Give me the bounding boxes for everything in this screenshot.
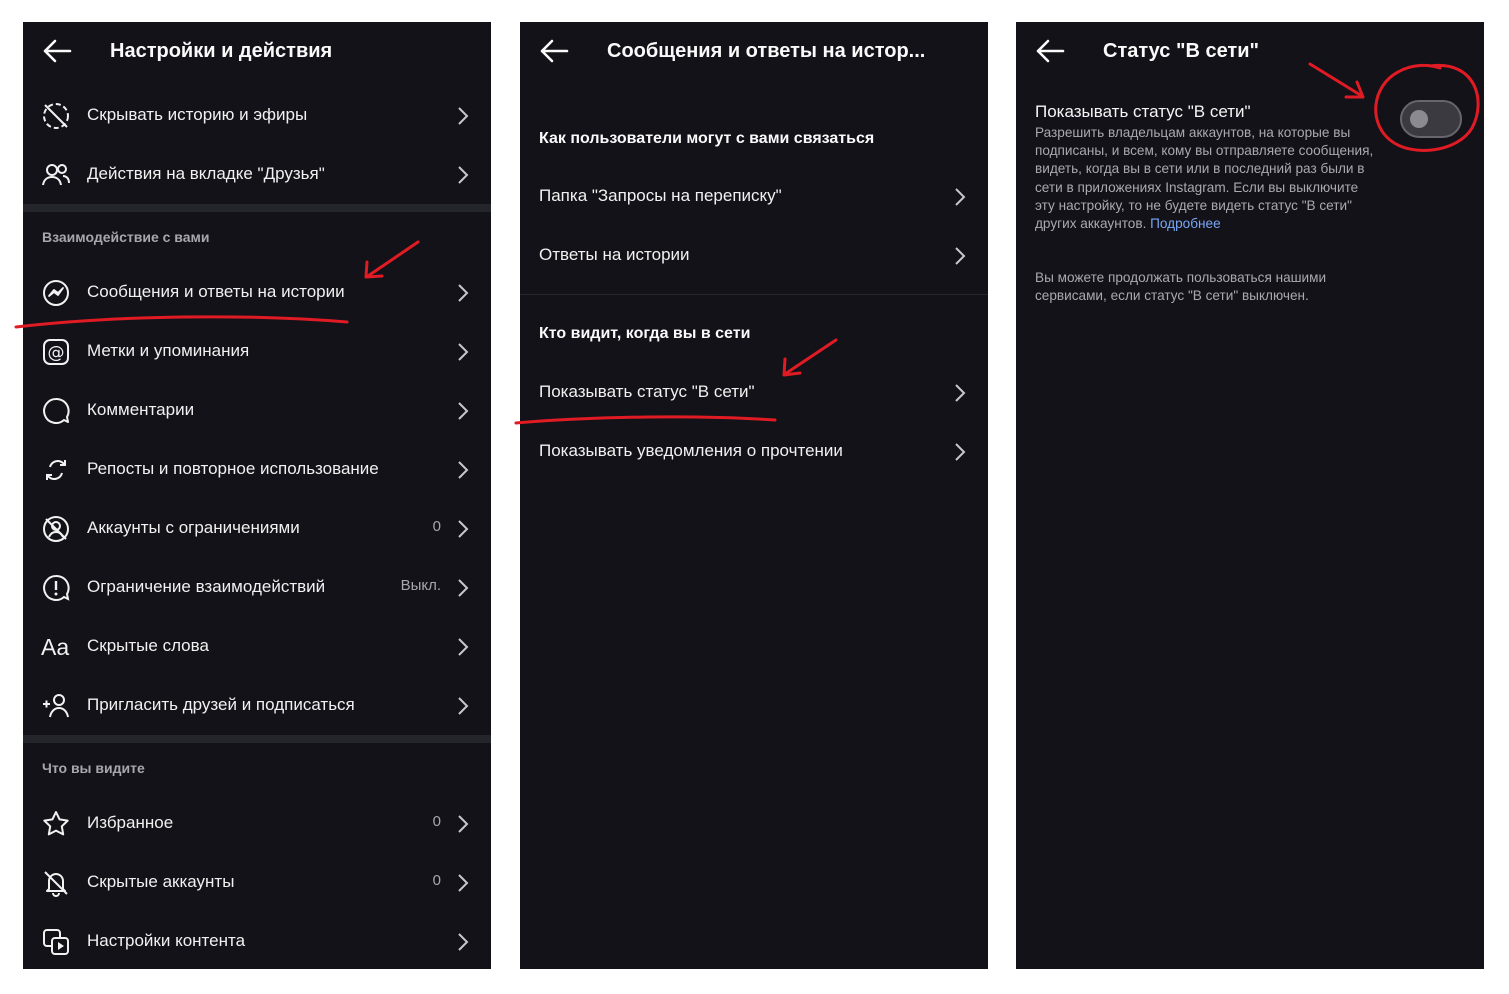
setting-note: Вы можете продолжать пользоваться нашими… xyxy=(1035,270,1327,304)
row-label: Избранное xyxy=(87,813,174,832)
row-label: Ограничение взаимодействий xyxy=(87,577,326,596)
friends-icon xyxy=(42,164,70,186)
page-title: Сообщения и ответы на истор... xyxy=(607,40,926,62)
section-divider xyxy=(520,294,988,295)
online-status-panel: Статус "В сети" Показывать статус "В сет… xyxy=(1016,22,1484,969)
learn-more-link[interactable]: Подробнее xyxy=(1150,216,1221,231)
section-title: Как пользователи могут с вами связаться xyxy=(539,130,875,147)
star-icon xyxy=(43,811,69,836)
row-label: Скрытые аккаунты xyxy=(87,872,235,891)
limit-icon xyxy=(43,574,70,601)
chevron-right-icon xyxy=(955,247,966,265)
muted-bell-icon xyxy=(44,871,68,897)
row-label: Показывать уведомления о прочтении xyxy=(539,441,843,460)
chevron-right-icon xyxy=(955,384,966,402)
chevron-right-icon xyxy=(458,933,469,951)
row-label: Репосты и повторное использование xyxy=(87,459,379,478)
settings-row-limits[interactable]: Ограничение взаимодействий Выкл. xyxy=(23,558,491,617)
chevron-right-icon xyxy=(458,697,469,715)
chevron-right-icon xyxy=(458,638,469,656)
row-label: Действия на вкладке "Друзья" xyxy=(87,164,325,183)
content-settings-icon xyxy=(43,929,69,955)
row-value: 0 xyxy=(432,813,441,830)
toggle-knob xyxy=(1410,110,1428,128)
chevron-right-icon xyxy=(458,815,469,833)
settings-row-friends-tab[interactable]: Действия на вкладке "Друзья" xyxy=(23,145,491,204)
page-title: Статус "В сети" xyxy=(1103,40,1259,62)
settings-row-message-requests[interactable]: Папка "Запросы на переписку" xyxy=(520,167,988,226)
settings-row-online-status[interactable]: Показывать статус "В сети" xyxy=(520,363,988,422)
messages-panel: Сообщения и ответы на истор... Как польз… xyxy=(520,22,988,969)
chevron-right-icon xyxy=(458,343,469,361)
settings-row-comments[interactable]: Комментарии xyxy=(23,381,491,440)
row-label: Папка "Запросы на переписку" xyxy=(539,186,782,205)
header: Настройки и действия xyxy=(23,22,491,80)
hidden-words-icon: Aa xyxy=(41,634,70,660)
hide-story-icon xyxy=(43,103,69,129)
chevron-right-icon xyxy=(458,284,469,302)
repost-icon xyxy=(46,460,66,480)
settings-row-read-receipts[interactable]: Показывать уведомления о прочтении xyxy=(520,422,988,481)
settings-panel: Настройки и действия Скрывать историю и … xyxy=(23,22,491,969)
invite-icon xyxy=(43,694,69,718)
row-value: 0 xyxy=(432,872,441,889)
settings-row-muted-accounts[interactable]: Скрытые аккаунты 0 xyxy=(23,853,491,912)
settings-row-story-replies[interactable]: Ответы на истории xyxy=(520,226,988,285)
chevron-right-icon xyxy=(458,874,469,892)
section-title: Взаимодействие с вами xyxy=(42,229,210,245)
setting-title: Показывать статус "В сети" xyxy=(1035,102,1251,121)
section-title: Кто видит, когда вы в сети xyxy=(539,325,751,342)
settings-row-hide-story[interactable]: Скрывать историю и эфиры xyxy=(23,86,491,145)
chevron-right-icon xyxy=(458,402,469,420)
settings-row-restricted[interactable]: Аккаунты с ограничениями 0 xyxy=(23,499,491,558)
row-label: Пригласить друзей и подписаться xyxy=(87,695,355,714)
back-arrow-icon[interactable] xyxy=(42,38,72,64)
row-label: Скрывать историю и эфиры xyxy=(87,105,308,124)
section-title: Что вы видите xyxy=(42,760,145,776)
row-label: Ответы на истории xyxy=(539,245,690,264)
chevron-right-icon xyxy=(458,461,469,479)
row-label: Скрытые слова xyxy=(87,636,209,655)
header: Сообщения и ответы на истор... xyxy=(520,22,988,80)
at-sign-icon: @ xyxy=(43,339,69,365)
row-label: Комментарии xyxy=(87,400,195,419)
settings-row-reposts[interactable]: Репосты и повторное использование xyxy=(23,440,491,499)
section-divider xyxy=(23,735,491,743)
restricted-icon xyxy=(43,516,69,542)
chevron-right-icon xyxy=(458,107,469,125)
chevron-right-icon xyxy=(955,188,966,206)
chevron-right-icon xyxy=(458,520,469,538)
settings-row-invite[interactable]: Пригласить друзей и подписаться xyxy=(23,676,491,735)
comment-icon xyxy=(43,397,70,424)
row-label: Настройки контента xyxy=(87,931,246,950)
row-label: Показывать статус "В сети" xyxy=(539,382,755,401)
back-arrow-icon[interactable] xyxy=(539,38,569,64)
row-label: Метки и упоминания xyxy=(87,341,250,360)
chevron-right-icon xyxy=(458,166,469,184)
settings-row-messages[interactable]: Сообщения и ответы на истории xyxy=(23,263,491,322)
chevron-right-icon xyxy=(458,579,469,597)
back-arrow-icon[interactable] xyxy=(1035,38,1065,64)
row-label: Сообщения и ответы на истории xyxy=(87,282,345,301)
online-status-toggle[interactable] xyxy=(1400,100,1462,138)
row-value: Выкл. xyxy=(400,577,441,594)
setting-description: Разрешить владельцам аккаунтов, на котор… xyxy=(1035,124,1375,233)
messenger-icon xyxy=(43,280,69,306)
page-title: Настройки и действия xyxy=(110,40,333,62)
chevron-right-icon xyxy=(955,443,966,461)
header: Статус "В сети" xyxy=(1016,22,1484,80)
row-value: 0 xyxy=(432,518,441,535)
settings-row-hidden-words[interactable]: Aa Скрытые слова xyxy=(23,617,491,676)
settings-row-content[interactable]: Настройки контента xyxy=(23,912,491,969)
settings-row-tags[interactable]: @ Метки и упоминания xyxy=(23,322,491,381)
settings-row-favorites[interactable]: Избранное 0 xyxy=(23,794,491,853)
section-divider xyxy=(23,204,491,212)
svg-text:@: @ xyxy=(48,343,65,363)
row-label: Аккаунты с ограничениями xyxy=(87,518,300,537)
